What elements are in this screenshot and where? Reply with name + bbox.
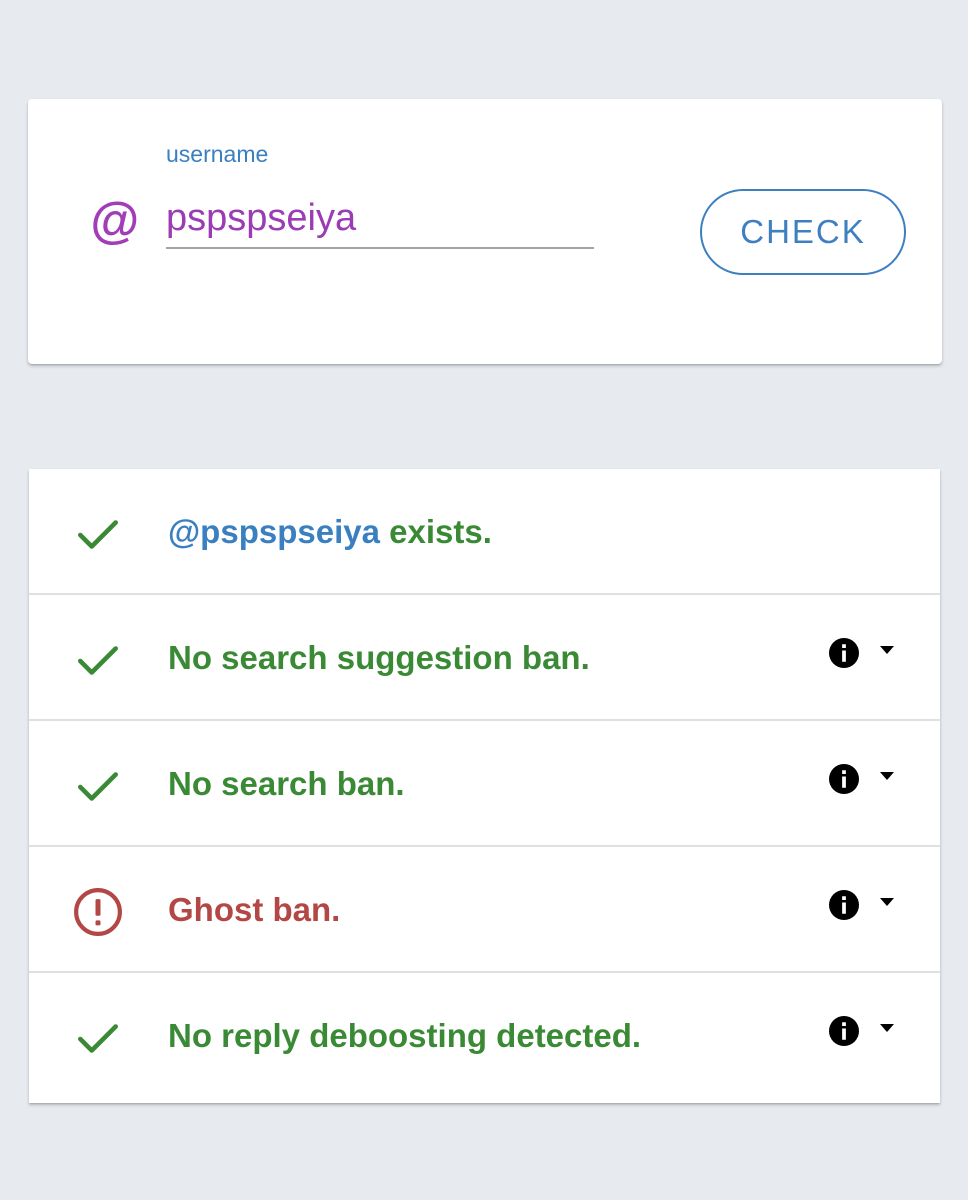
username-input[interactable]	[166, 189, 594, 249]
check-icon	[78, 646, 119, 675]
username-handle: @pspspseiya	[168, 513, 380, 550]
info-icon[interactable]	[829, 890, 859, 920]
result-row-reply-deboosting: No reply deboosting detected.	[29, 973, 940, 1103]
search-card: @ username CHECK	[28, 99, 942, 364]
result-text: @pspspseiya exists.	[168, 469, 492, 595]
check-icon	[78, 772, 119, 801]
result-label: No reply deboosting detected.	[168, 1017, 642, 1054]
check-icon	[78, 520, 119, 549]
info-icon[interactable]	[829, 1016, 859, 1046]
result-row-ghost-ban: Ghost ban.	[29, 847, 940, 973]
result-label: No search suggestion ban.	[168, 639, 590, 676]
result-label: No search ban.	[168, 765, 405, 802]
at-sign-icon: @	[89, 193, 139, 249]
caret-down-icon[interactable]	[878, 644, 896, 656]
caret-down-icon[interactable]	[878, 770, 896, 782]
result-label: exists.	[379, 513, 492, 550]
info-icon[interactable]	[829, 764, 859, 794]
username-label: username	[166, 141, 269, 167]
result-row-exists: @pspspseiya exists.	[29, 469, 940, 595]
caret-down-icon[interactable]	[878, 896, 896, 908]
info-icon[interactable]	[829, 638, 859, 668]
alert-circle-icon	[74, 888, 122, 936]
result-row-search-suggestion-ban: No search suggestion ban.	[29, 595, 940, 721]
check-icon	[78, 1024, 119, 1053]
caret-down-icon[interactable]	[878, 1022, 896, 1034]
results-list: @pspspseiya exists. No search suggestion…	[29, 469, 940, 1103]
check-button[interactable]: CHECK	[700, 189, 906, 275]
result-label: Ghost ban.	[168, 891, 341, 928]
result-row-search-ban: No search ban.	[29, 721, 940, 847]
